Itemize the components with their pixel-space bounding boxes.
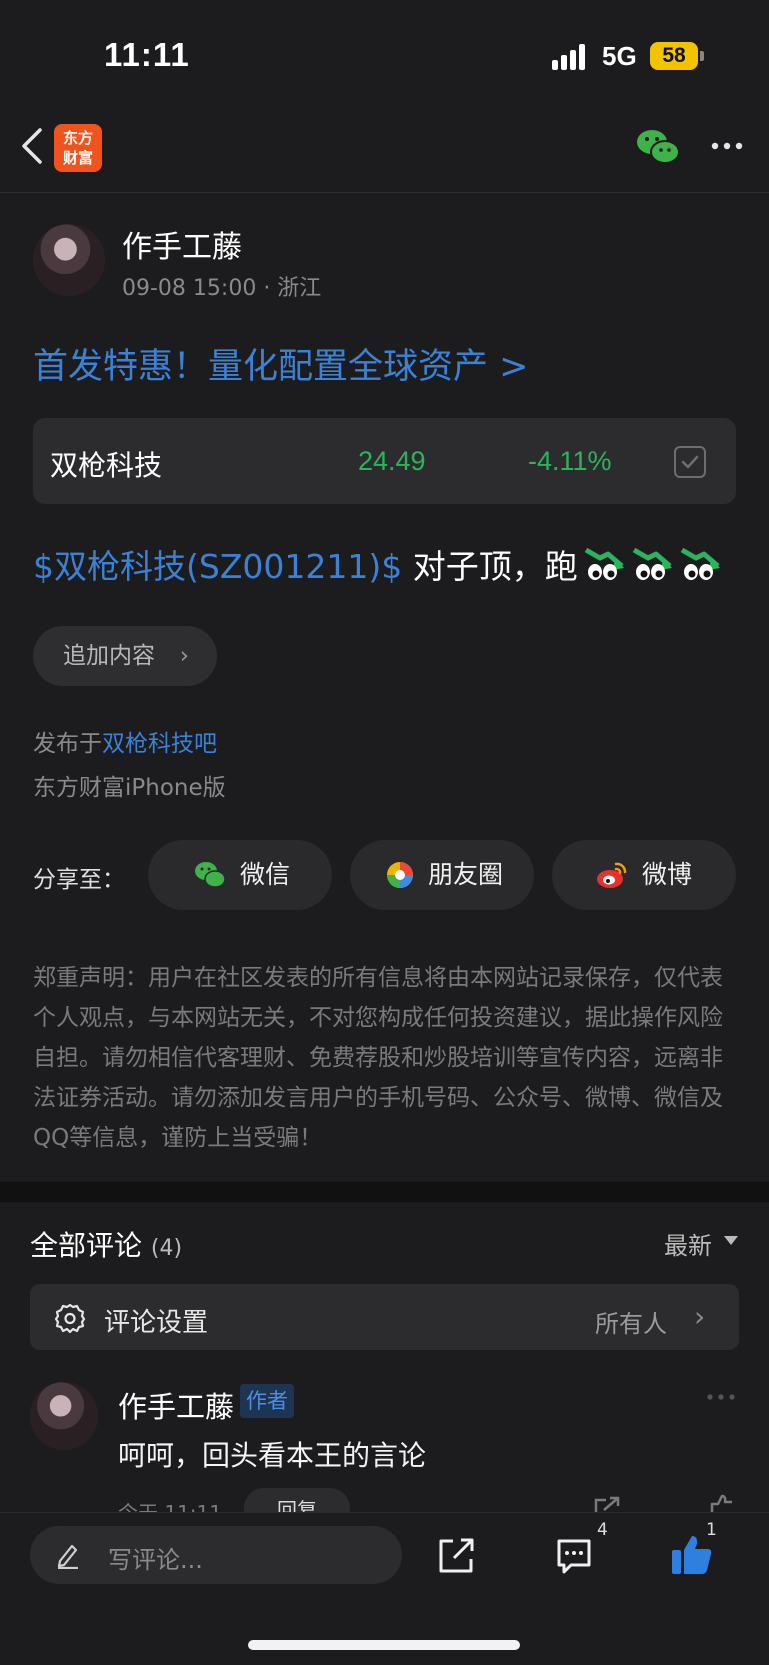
append-content-button[interactable]: 追加内容 › (33, 626, 217, 686)
network-type: 5G (602, 41, 637, 71)
share-moments-label: 朋友圈 (428, 860, 504, 889)
share-label: 分享至： (33, 867, 125, 893)
eastmoney-logo[interactable]: 东方 财富 (54, 124, 102, 172)
back-arrow-icon[interactable] (18, 126, 48, 166)
comment-settings-value: 所有人 (595, 1310, 667, 1338)
gear-icon (54, 1303, 86, 1334)
comment-input-placeholder: 写评论... (108, 1546, 203, 1574)
share-weibo-button[interactable]: 微博 (552, 840, 736, 910)
share-moments-button[interactable]: 朋友圈 (350, 840, 534, 910)
sort-dropdown[interactable]: 最新 (664, 1226, 712, 1261)
section-divider (0, 1182, 769, 1202)
published-in: 发布于双枪科技吧 (33, 724, 217, 758)
wechat-share-icon[interactable] (636, 128, 680, 166)
post-text: 对子顶，跑 (402, 547, 578, 586)
comments-title: 全部评论 (4) (30, 1224, 182, 1264)
comments-title-label: 全部评论 (30, 1229, 143, 1262)
author-avatar[interactable] (33, 224, 105, 296)
published-prefix: 发布于 (33, 731, 102, 757)
comments-count: (4) (150, 1236, 183, 1261)
comment-input[interactable] (30, 1526, 402, 1584)
disclaimer-text: 郑重声明：用户在社区发表的所有信息将由本网站记录保存，仅代表个人观点，与本网站无… (33, 965, 723, 1151)
share-icon[interactable] (438, 1536, 476, 1574)
caret-down-icon (724, 1236, 738, 1245)
battery-icon: 58 (650, 42, 698, 70)
comment-count-badge: 4 (597, 1520, 608, 1540)
comment-text: 呵呵，回头看本王的言论 (118, 1439, 427, 1472)
logo-line2: 财富 (62, 149, 93, 167)
comment-like-icon[interactable] (706, 1494, 736, 1514)
stock-bar-link[interactable]: 双枪科技吧 (102, 731, 217, 757)
stock-price: 24.49 (358, 446, 426, 476)
falling-chart-emoji-icon (632, 547, 672, 580)
author-name[interactable]: 作手工藤 (122, 222, 242, 266)
comment-more-icon[interactable] (706, 1392, 736, 1402)
nav-divider (0, 192, 769, 193)
more-icon[interactable] (710, 140, 744, 152)
promo-link[interactable]: 首发特惠！量化配置全球资产 > (33, 338, 528, 389)
share-wechat-button[interactable]: 微信 (148, 840, 332, 910)
weibo-icon (597, 862, 627, 888)
home-indicator (248, 1640, 520, 1650)
chevron-right-icon: › (694, 1300, 706, 1333)
client-source: 东方财富iPhone版 (33, 775, 226, 801)
append-content-label: 追加内容 (63, 643, 155, 669)
stock-change: -4.11% (528, 446, 612, 476)
post-body: $双枪科技(SZ001211)$ 对子顶，跑 (33, 540, 722, 588)
logo-line1: 东方 (62, 129, 93, 147)
add-watchlist-checkbox[interactable] (674, 446, 706, 478)
battery-cap (700, 51, 704, 61)
stock-name: 双枪科技 (50, 449, 163, 482)
falling-chart-emoji-icon (680, 547, 720, 580)
falling-chart-emoji-icon (584, 547, 624, 580)
wechat-icon (195, 862, 226, 888)
comment-settings-label: 评论设置 (104, 1308, 209, 1338)
share-weibo-label: 微博 (642, 860, 693, 889)
comment-author[interactable]: 作手工藤 (118, 1384, 234, 1426)
comment-avatar[interactable] (30, 1382, 98, 1450)
moments-icon (387, 862, 413, 888)
signal-icon (552, 44, 585, 70)
post-meta: 09-08 15:00 · 浙江 (122, 276, 322, 301)
stock-tag-link[interactable]: $双枪科技(SZ001211)$ (33, 547, 402, 586)
comment-icon[interactable] (554, 1536, 594, 1576)
like-count-badge: 1 (706, 1520, 717, 1540)
chevron-right-icon: › (179, 643, 189, 669)
author-badge: 作者 (240, 1384, 294, 1418)
status-time: 11:11 (104, 36, 190, 73)
share-wechat-label: 微信 (240, 860, 291, 889)
pen-icon (57, 1544, 78, 1569)
